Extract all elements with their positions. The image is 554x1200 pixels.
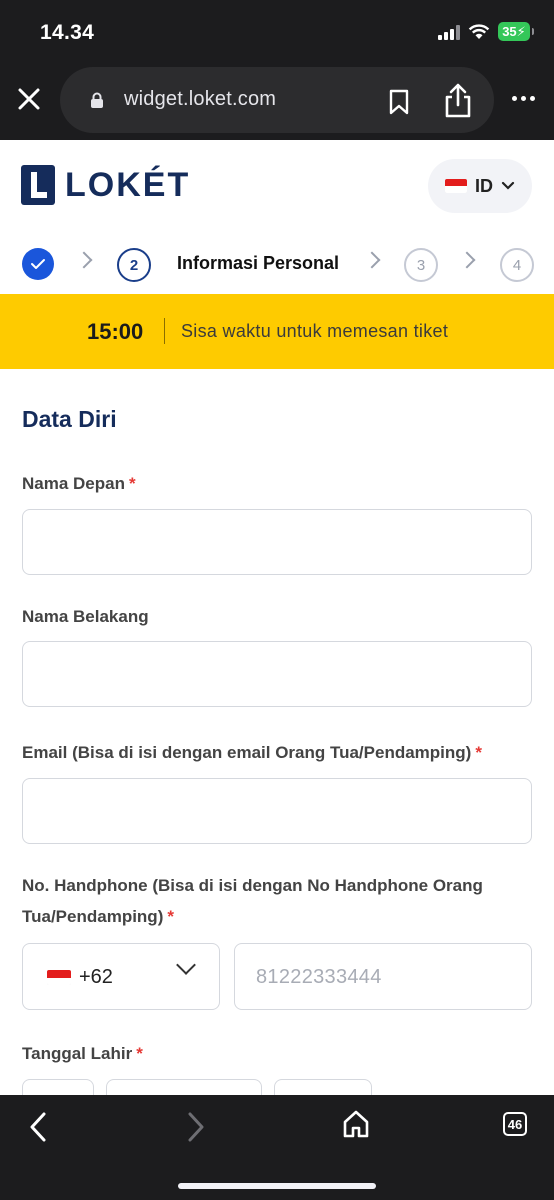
site-header: LOKÉT ID [0, 140, 554, 233]
required-mark: * [128, 474, 136, 493]
checkout-stepper: 2 Informasi Personal 3 4 [0, 232, 554, 294]
share-icon[interactable] [444, 83, 472, 119]
section-title: Data Diri [22, 406, 117, 432]
required-mark: * [475, 743, 482, 762]
chevron-right-icon [75, 251, 93, 269]
signal-icon [438, 24, 460, 40]
birth-date-label: Tanggal Lahir * [22, 1044, 143, 1063]
phone-number-input[interactable]: 81222333444 [234, 943, 532, 1010]
address-bar[interactable]: widget.loket.com [60, 67, 494, 133]
home-icon[interactable] [342, 1109, 370, 1139]
step-4: 4 [500, 248, 534, 282]
wifi-icon [468, 23, 490, 39]
status-icons: 35 ⚡ [438, 22, 534, 41]
battery-level: 35 [502, 24, 517, 39]
back-icon[interactable] [28, 1111, 48, 1143]
countdown-timer: 15:00 [87, 319, 144, 344]
battery-icon: 35 ⚡ [498, 22, 534, 41]
timer-description: Sisa waktu untuk memesan tiket [181, 321, 449, 341]
language-label: ID [475, 175, 493, 196]
indonesia-flag-icon [445, 179, 467, 193]
more-options-icon[interactable] [512, 96, 535, 101]
step-2-label: Informasi Personal [177, 253, 340, 273]
logo-text: LOKÉT [65, 165, 191, 204]
last-name-input[interactable] [22, 641, 532, 707]
phone-label: No. Handphone (Bisa di isi dengan No Han… [22, 876, 483, 926]
chevron-right-icon [458, 251, 476, 269]
status-time: 14.34 [40, 21, 95, 44]
email-label: Email (Bisa di isi dengan email Orang Tu… [22, 743, 482, 762]
forward-icon[interactable] [186, 1111, 206, 1143]
first-name-input[interactable] [22, 509, 532, 575]
step-3: 3 [404, 248, 438, 282]
language-switcher[interactable]: ID [428, 159, 532, 213]
indonesia-flag-icon [47, 970, 71, 985]
step-2-active: 2 [117, 248, 151, 282]
chevron-right-icon [363, 251, 381, 269]
email-input[interactable] [22, 778, 532, 844]
loket-logo[interactable]: LOKÉT [21, 165, 190, 205]
lock-icon [91, 92, 103, 108]
url-text: widget.loket.com [124, 88, 277, 110]
country-code-value: +62 [79, 966, 113, 988]
browser-toolbar: 46 [0, 1095, 554, 1200]
timer-banner: 15:00 Sisa waktu untuk memesan tiket [0, 294, 554, 369]
first-name-label: Nama Depan * [22, 474, 136, 493]
browser-bar: widget.loket.com [0, 62, 554, 140]
required-mark: * [167, 907, 174, 926]
required-mark: * [136, 1044, 143, 1063]
phone-placeholder: 81222333444 [256, 966, 382, 988]
check-icon [31, 259, 45, 269]
status-bar: 14.34 35 ⚡ [0, 0, 554, 62]
country-code-select[interactable]: +62 [22, 943, 220, 1010]
chevron-down-icon [176, 955, 196, 975]
home-indicator [178, 1183, 376, 1189]
loket-logo-icon [21, 165, 55, 205]
step-1-completed [22, 248, 54, 280]
last-name-label: Nama Belakang [22, 607, 149, 626]
tabs-count-button[interactable]: 46 [503, 1112, 527, 1136]
chevron-down-icon [501, 181, 515, 190]
close-icon[interactable] [14, 84, 44, 114]
bookmark-icon[interactable] [388, 89, 410, 115]
timer-divider [164, 318, 165, 344]
